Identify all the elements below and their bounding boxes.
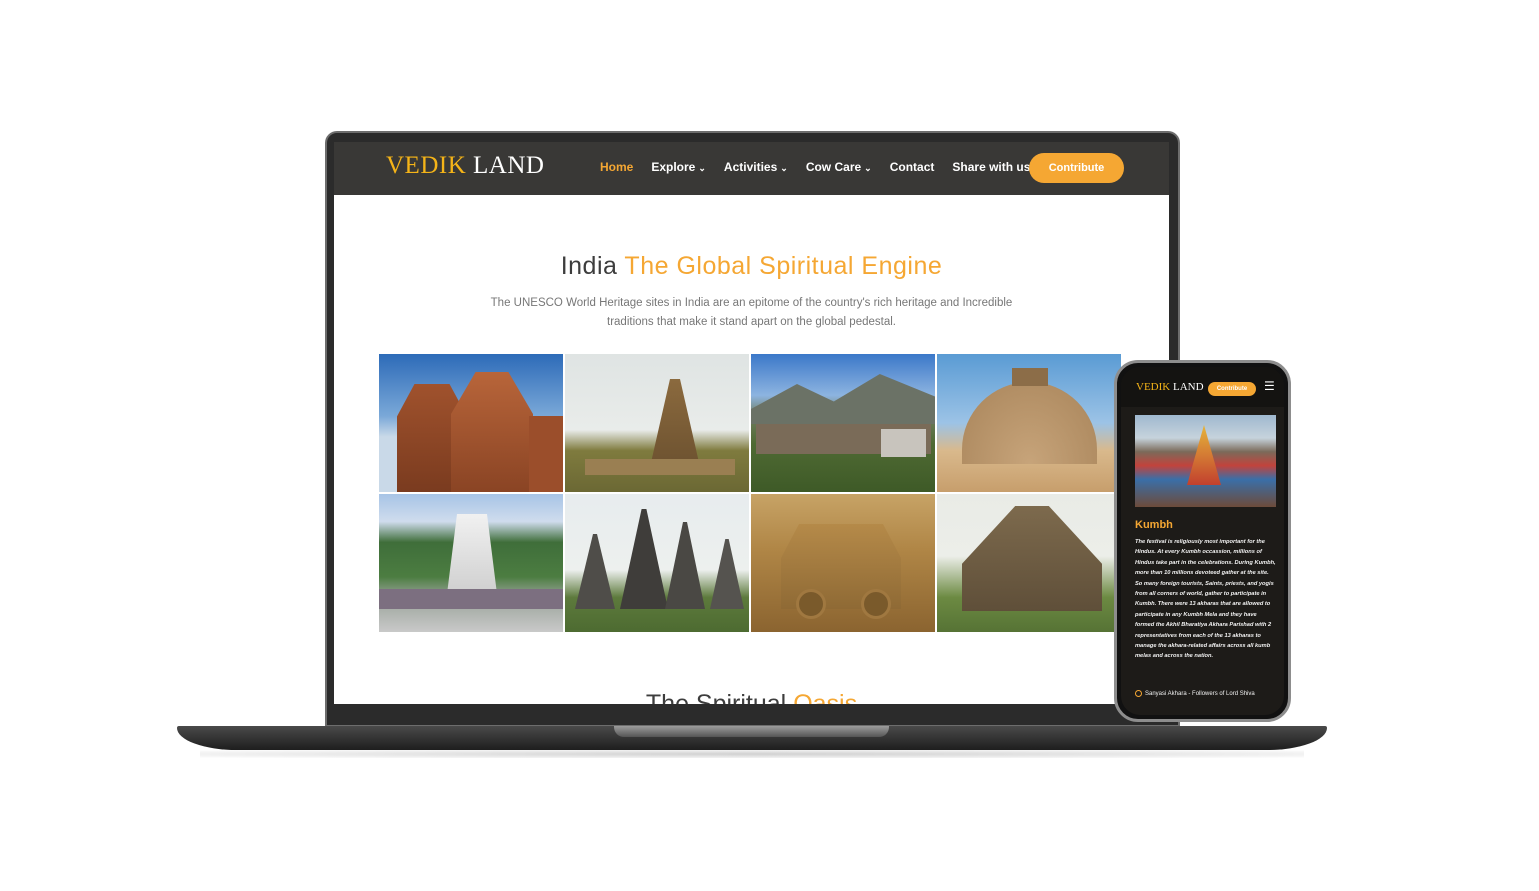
nav-explore[interactable]: Explore ⌄: [651, 160, 706, 174]
check-circle-icon: [1135, 689, 1142, 697]
gallery-image-temple-1[interactable]: [379, 354, 563, 492]
section-title-part1: The Spiritual: [645, 690, 787, 704]
main-menu: Home Explore ⌄ Activities ⌄ Cow Care ⌄ Cont…: [600, 160, 1048, 174]
hero-title-part2: The Global Spiritual Engine: [624, 252, 943, 280]
laptop-screen: VEDIK LAND Home Explore ⌄ Activities ⌄ Cow…: [334, 142, 1169, 704]
nav-activities-label: Activities: [723, 160, 778, 174]
nav-home[interactable]: Home: [600, 160, 633, 174]
gallery-image-mountain-village[interactable]: [751, 354, 935, 492]
gallery-image-prambanan[interactable]: [565, 494, 749, 632]
mobile-logo[interactable]: VEDIK LAND: [1136, 381, 1204, 393]
laptop-shadow: [200, 750, 1304, 758]
logo-word-2: LAND: [473, 152, 545, 179]
nav-contact[interactable]: Contact: [890, 160, 935, 174]
site-logo[interactable]: VEDIK LAND: [386, 152, 544, 180]
gallery-image-konark[interactable]: [937, 494, 1121, 632]
navbar: VEDIK LAND Home Explore ⌄ Activities ⌄ Cow…: [334, 142, 1169, 195]
hamburger-icon[interactable]: ☰: [1264, 379, 1275, 393]
nav-activities[interactable]: Activities ⌄: [724, 160, 788, 174]
kumbh-description: The festival is religiously most importa…: [1135, 539, 1276, 660]
mobile-logo-word-1: VEDIK: [1136, 381, 1171, 393]
akhara-list-item: Sanyasi Akhara - Followers of Lord Shiva: [1145, 691, 1255, 697]
hero-title: India The Global Spiritual Engine: [334, 252, 1169, 281]
nav-share-with-us[interactable]: Share with us: [952, 160, 1030, 174]
nav-cow-care[interactable]: Cow Care ⌄: [806, 160, 872, 174]
gallery-image-hampi-chariot[interactable]: [751, 494, 935, 632]
phone-frame: VEDIK LAND Contribute ☰ Kumbh The festiv…: [1114, 360, 1291, 722]
section-title-spiritual-oasis: The Spiritual Oasis: [334, 690, 1169, 704]
mobile-logo-word-2: LAND: [1172, 381, 1204, 393]
nav-cow-care-label: Cow Care: [805, 160, 862, 174]
gallery-image-shore-temple[interactable]: [565, 354, 749, 492]
gallery-image-tirumala[interactable]: [379, 494, 563, 632]
kumbh-heading: Kumbh: [1135, 519, 1173, 531]
contribute-button[interactable]: Contribute: [1029, 153, 1124, 183]
laptop-hinge: [614, 726, 889, 737]
kumbh-image: [1135, 415, 1276, 507]
chevron-down-icon: ⌄: [864, 163, 872, 173]
hero-title-part1: India: [560, 252, 618, 280]
device-mockup-stage: VEDIK LAND Home Explore ⌄ Activities ⌄ Cow…: [0, 0, 1539, 891]
akhara-list: Sanyasi Akhara - Followers of Lord Shiva: [1135, 689, 1277, 700]
phone-screen: VEDIK LAND Contribute ☰ Kumbh The festiv…: [1121, 367, 1284, 715]
mobile-contribute-button[interactable]: Contribute: [1208, 382, 1256, 396]
hero-subtitle: The UNESCO World Heritage sites in India…: [490, 297, 1013, 328]
gallery-image-sanchi-stupa[interactable]: [937, 354, 1121, 492]
chevron-down-icon: ⌄: [780, 163, 788, 173]
mobile-header: VEDIK LAND Contribute ☰: [1121, 367, 1284, 407]
nav-explore-label: Explore: [651, 160, 696, 174]
heritage-gallery: [379, 354, 1121, 632]
section-title-part2: Oasis: [793, 690, 858, 704]
logo-word-1: VEDIK: [386, 152, 467, 179]
chevron-down-icon: ⌄: [698, 163, 706, 173]
